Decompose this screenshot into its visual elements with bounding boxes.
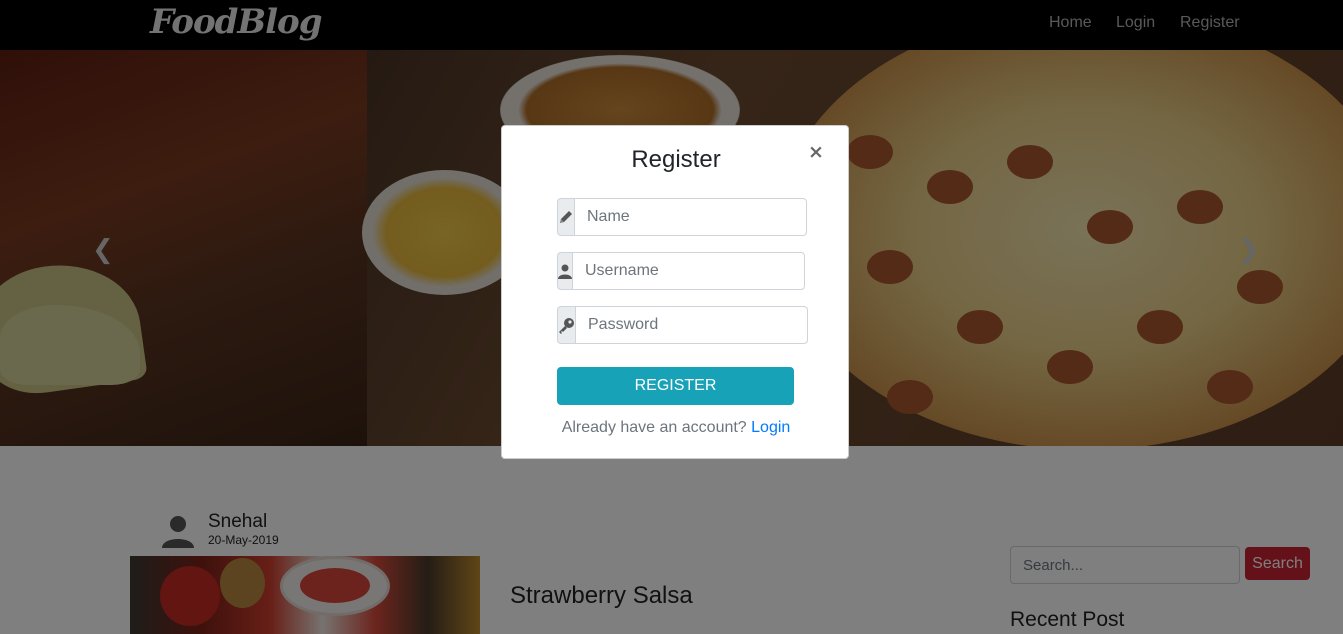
username-input[interactable]: [572, 252, 805, 290]
password-input-group: [557, 306, 808, 344]
name-input[interactable]: [574, 198, 807, 236]
login-prompt: Already have an account? Login: [502, 419, 850, 437]
modal-login-link[interactable]: Login: [751, 419, 790, 436]
close-icon[interactable]: ×: [808, 141, 824, 163]
name-input-group: [557, 198, 807, 236]
register-button[interactable]: REGISTER: [557, 367, 794, 405]
user-icon: [557, 252, 572, 290]
modal-title: Register: [631, 146, 721, 173]
password-input[interactable]: [575, 306, 808, 344]
login-prompt-text: Already have an account?: [561, 419, 747, 436]
key-icon: [557, 306, 575, 344]
register-modal: Register × REGISTER: [501, 125, 849, 459]
pencil-icon: [557, 198, 574, 236]
username-input-group: [557, 252, 805, 290]
